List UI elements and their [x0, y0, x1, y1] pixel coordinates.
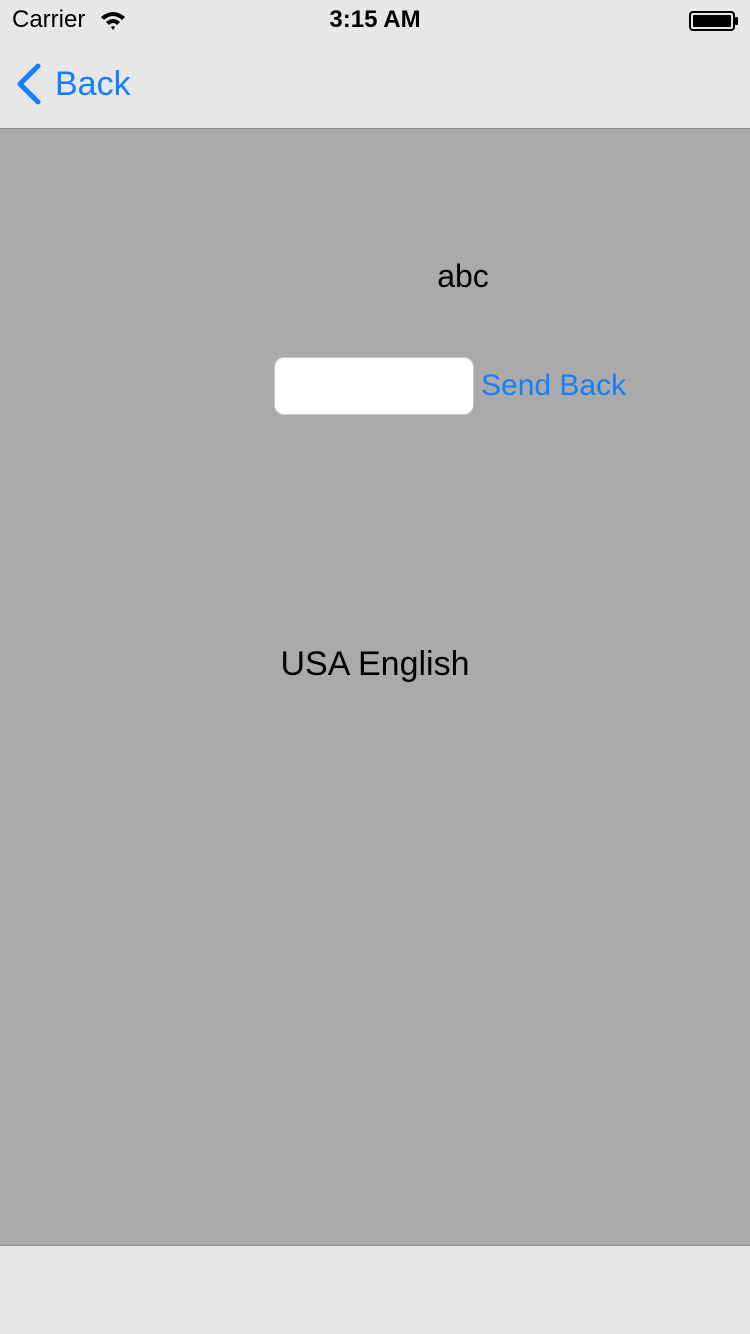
clock: 3:15 AM [329, 6, 421, 33]
language-label: USA English [280, 645, 470, 683]
back-button[interactable]: Back [14, 62, 131, 106]
battery-icon [689, 11, 738, 31]
status-bar: Carrier 3:15 AM [0, 0, 750, 40]
message-input[interactable] [274, 357, 474, 415]
send-back-button[interactable]: Send Back [481, 369, 626, 403]
bottom-toolbar [0, 1245, 750, 1334]
screen: Carrier 3:15 AM Back abc Send Back USA E… [0, 0, 750, 1334]
top-label: abc [437, 258, 489, 294]
back-button-label: Back [55, 64, 131, 103]
navigation-bar: Back [0, 40, 750, 129]
chevron-left-icon [17, 63, 41, 105]
